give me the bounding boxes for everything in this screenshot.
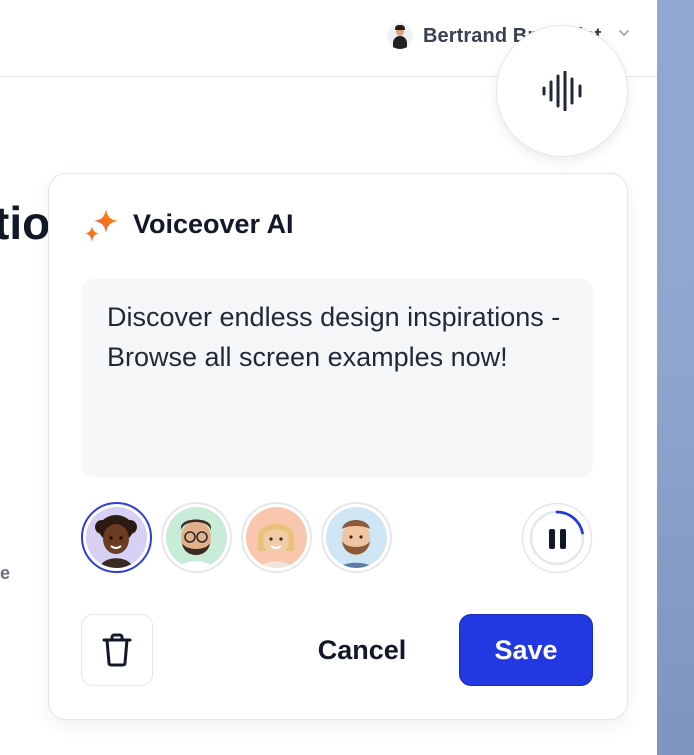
pause-button[interactable] <box>521 502 593 574</box>
cancel-button[interactable]: Cancel <box>300 614 424 686</box>
trash-icon <box>102 633 132 667</box>
save-button[interactable]: Save <box>459 614 593 686</box>
waveform-icon <box>542 71 582 111</box>
avatar <box>257 524 295 568</box>
sparkle-icon <box>85 209 118 242</box>
voiceover-fab-button[interactable] <box>496 25 628 157</box>
delete-button[interactable] <box>81 614 153 686</box>
voice-option-3[interactable] <box>241 502 312 573</box>
voiceover-text-input[interactable]: Discover endless design inspirations - B… <box>81 279 593 477</box>
voice-selector <box>81 502 392 573</box>
voice-option-4[interactable] <box>321 502 392 573</box>
avatar <box>387 23 413 49</box>
background-panel <box>657 0 694 755</box>
avatar <box>180 519 212 568</box>
background-text: e <box>0 563 11 583</box>
voice-option-1[interactable] <box>81 502 152 573</box>
avatar <box>95 515 137 568</box>
card-title: Voiceover AI <box>133 209 294 239</box>
background-heading: tio <box>0 197 51 249</box>
avatar <box>340 520 372 568</box>
chevron-down-icon[interactable] <box>618 27 630 39</box>
voice-option-2[interactable] <box>161 502 232 573</box>
